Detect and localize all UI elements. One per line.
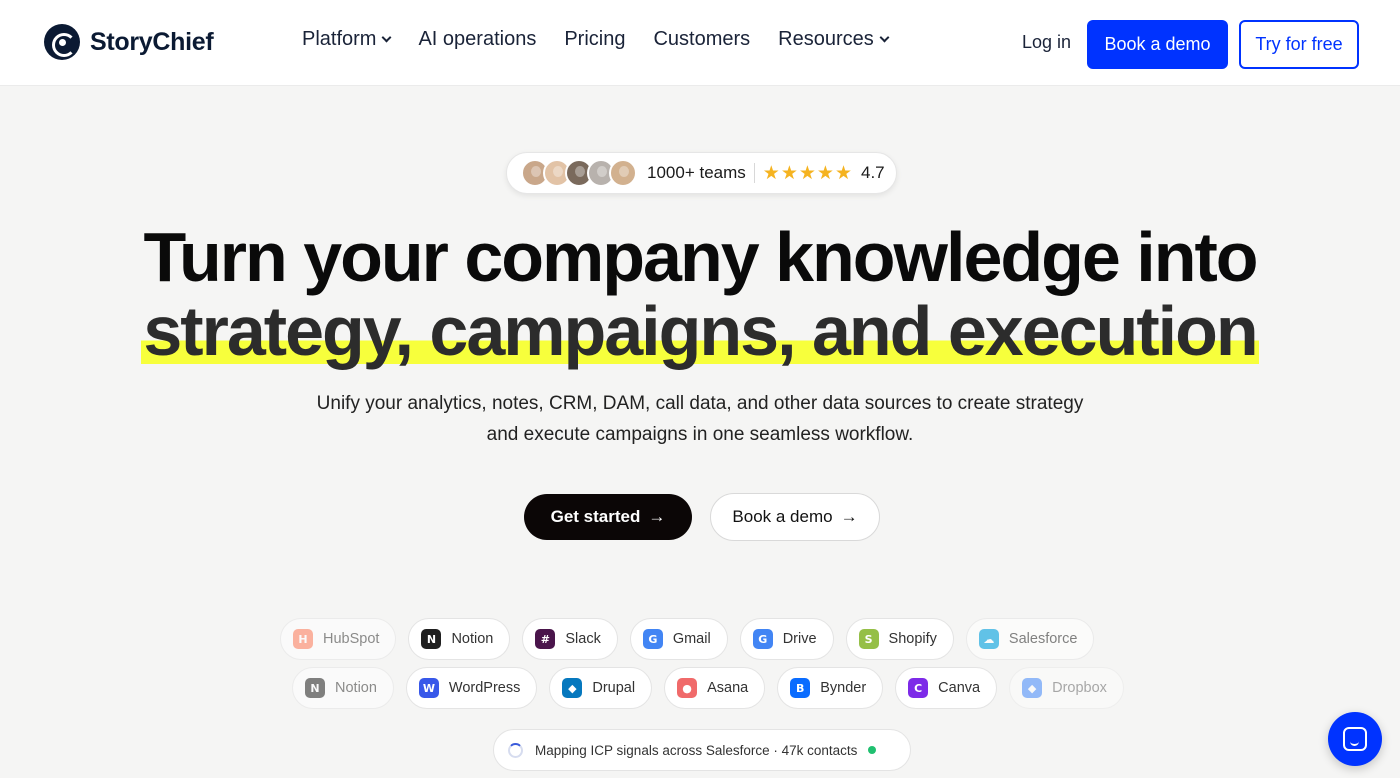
subheadline-line2: and execute campaigns in one seamless wo… — [486, 424, 914, 445]
try-free-button[interactable]: Try for free — [1239, 20, 1359, 69]
highlighted-text: strategy, campaigns, and execution — [141, 292, 1259, 370]
star-rating: ★ ★ ★ ★ ★ — [763, 164, 853, 183]
integrations-row-1: H HubSpot N Notion # Slack G Gmail G Dri… — [280, 618, 1106, 660]
chip-label: Salesforce — [1008, 631, 1078, 647]
hero-book-demo-button[interactable]: Book a demo → — [710, 493, 880, 541]
chip-label: Drive — [782, 631, 817, 647]
nav-item-label: Resources — [778, 28, 874, 50]
arrow-right-icon: → — [648, 507, 666, 526]
hero-subheadline: Unify your analytics, notes, CRM, DAM, c… — [300, 388, 1100, 450]
integration-chip-canva[interactable]: C Canva — [895, 667, 998, 709]
logo-text: StoryChief — [90, 27, 214, 56]
chevron-down-icon — [382, 32, 392, 43]
chip-label: Bynder — [820, 680, 867, 696]
nav-item-resources[interactable]: Resources — [778, 28, 890, 51]
chip-label: Dropbox — [1052, 680, 1107, 696]
hubspot-icon: H — [293, 629, 313, 649]
nav-item-customers[interactable]: Customers — [653, 28, 750, 51]
chip-label: Drupal — [592, 680, 636, 696]
shopify-icon: S — [858, 629, 879, 649]
integration-chip-salesforce[interactable]: ☁ Salesforce — [965, 618, 1095, 660]
star-icon: ★ — [780, 162, 798, 184]
dropbox-icon: ◆ — [1022, 678, 1043, 698]
chat-launcher-button[interactable] — [1328, 712, 1382, 766]
button-label: Book a demo — [732, 507, 833, 526]
storychief-logo[interactable]: StoryChief — [44, 24, 214, 60]
chip-label: WordPress — [448, 680, 521, 696]
integration-chip-slack[interactable]: # Slack — [522, 618, 618, 660]
star-icon: ★ — [816, 162, 834, 184]
drive-icon: G — [752, 629, 773, 649]
avatar-group — [521, 159, 637, 187]
nav-item-platform[interactable]: Platform — [302, 28, 392, 51]
integrations-row-2: N Notion W WordPress ◆ Drupal ● Asana B … — [292, 667, 1136, 709]
star-icon: ★ — [834, 162, 852, 184]
integration-chip-bynder[interactable]: B Bynder — [777, 667, 884, 709]
loading-spinner-icon — [508, 742, 523, 758]
nav-item-ai-operations[interactable]: AI operations — [418, 28, 536, 51]
integration-chip-gmail[interactable]: G Gmail — [629, 618, 728, 660]
chip-label: Gmail — [672, 631, 711, 647]
integration-chip-wordpress[interactable]: W WordPress — [405, 667, 538, 709]
chip-label: HubSpot — [323, 631, 380, 647]
integration-chip-notion[interactable]: N Notion — [408, 618, 511, 660]
storychief-logo-icon — [44, 24, 80, 60]
nav-item-label: Pricing — [564, 28, 626, 50]
get-started-button[interactable]: Get started → — [524, 494, 692, 540]
integration-chip-hubspot[interactable]: H HubSpot — [280, 618, 397, 660]
nav-item-pricing[interactable]: Pricing — [564, 28, 625, 51]
integration-chip-shopify[interactable]: S Shopify — [845, 618, 954, 660]
asana-icon: ● — [677, 678, 698, 698]
gmail-icon: G — [642, 629, 663, 649]
canva-icon: C — [908, 678, 929, 698]
avatar — [609, 159, 637, 187]
nav-item-label: AI operations — [418, 28, 537, 50]
integration-chip-dropbox[interactable]: ◆ Dropbox — [1009, 667, 1124, 709]
integration-chip-drupal[interactable]: ◆ Drupal — [549, 667, 653, 709]
integration-chip-drive[interactable]: G Drive — [739, 618, 834, 660]
chip-label: Asana — [707, 680, 749, 696]
drupal-icon: ◆ — [562, 678, 583, 698]
site-header: StoryChief Platform AI operations Pricin… — [0, 0, 1400, 86]
status-text: Mapping ICP signals across Salesforce · … — [535, 742, 858, 758]
social-proof-badge: 1000+ teams ★ ★ ★ ★ ★ 4.7 — [506, 152, 897, 194]
notion-icon: N — [305, 678, 325, 698]
chevron-down-icon — [879, 32, 890, 43]
chat-icon — [1343, 727, 1367, 751]
teams-count: 1000+ teams — [647, 163, 755, 183]
hero-headline-line1: Turn your company knowledge into — [143, 218, 1258, 296]
nav-item-label: Platform — [302, 28, 377, 50]
slack-icon: # — [535, 629, 556, 649]
rating-value: 4.7 — [861, 163, 885, 182]
notion-icon: N — [421, 629, 442, 649]
activity-status-pill: Mapping ICP signals across Salesforce · … — [493, 729, 911, 771]
star-icon: ★ — [798, 162, 816, 184]
chip-label: Shopify — [888, 631, 937, 647]
chip-label: Notion — [335, 680, 377, 696]
integration-chip-notion[interactable]: N Notion — [292, 667, 394, 709]
salesforce-icon: ☁ — [978, 629, 999, 649]
status-dot — [868, 746, 877, 754]
main-nav: Platform AI operations Pricing Customers… — [302, 28, 916, 51]
book-demo-button[interactable]: Book a demo — [1087, 20, 1228, 69]
star-icon: ★ — [762, 162, 780, 184]
nav-item-label: Customers — [653, 28, 751, 50]
wordpress-icon: W — [418, 678, 439, 698]
chip-label: Canva — [938, 680, 981, 696]
arrow-right-icon: → — [840, 507, 858, 526]
chip-label: Slack — [565, 631, 601, 647]
integration-chip-asana[interactable]: ● Asana — [664, 667, 766, 709]
chip-label: Notion — [451, 631, 494, 647]
button-label: Get started — [550, 507, 641, 526]
login-link[interactable]: Log in — [1022, 32, 1071, 53]
bynder-icon: B — [790, 678, 811, 698]
subheadline-line1: Unify your analytics, notes, CRM, DAM, c… — [316, 393, 1084, 414]
hero-headline-line2: strategy, campaigns, and execution — [0, 292, 1400, 370]
